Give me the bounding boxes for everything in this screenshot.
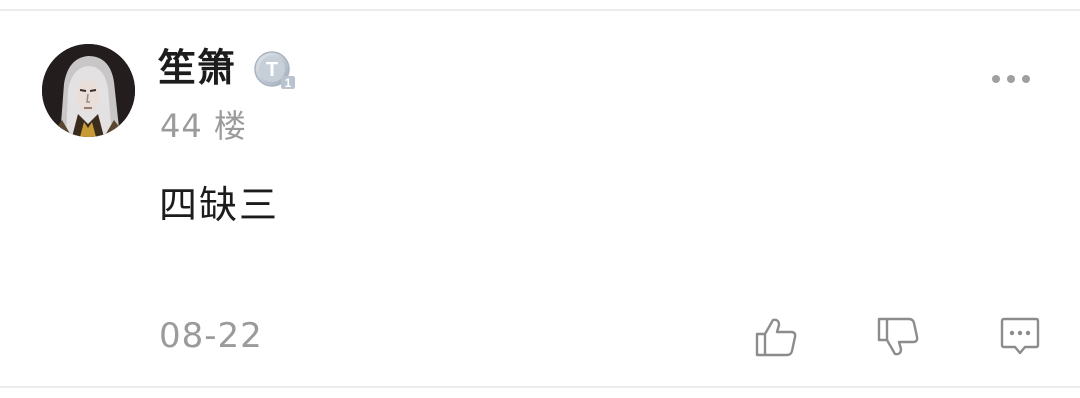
- bottom-divider: [0, 386, 1080, 388]
- avatar[interactable]: [42, 44, 135, 137]
- avatar-image: [42, 44, 135, 137]
- comment-icon: [1000, 317, 1040, 355]
- more-dots-icon: [992, 75, 1030, 83]
- dislike-button[interactable]: [873, 312, 923, 362]
- thumbs-up-icon: [755, 318, 797, 357]
- thumbs-down-icon: [877, 317, 919, 356]
- username[interactable]: 笙箫: [158, 44, 236, 92]
- like-button[interactable]: [751, 312, 801, 362]
- level-badge-number: 1: [285, 76, 292, 90]
- comment-date: 08-22: [159, 316, 263, 356]
- top-divider: [0, 9, 1080, 11]
- floor-number: 44 楼: [160, 107, 247, 145]
- reply-button[interactable]: [995, 312, 1045, 362]
- more-button[interactable]: [984, 62, 1038, 96]
- comment-content: 四缺三: [159, 183, 280, 227]
- level-badge-letter: T: [266, 59, 278, 81]
- level-badge-icon: T 1: [253, 50, 297, 90]
